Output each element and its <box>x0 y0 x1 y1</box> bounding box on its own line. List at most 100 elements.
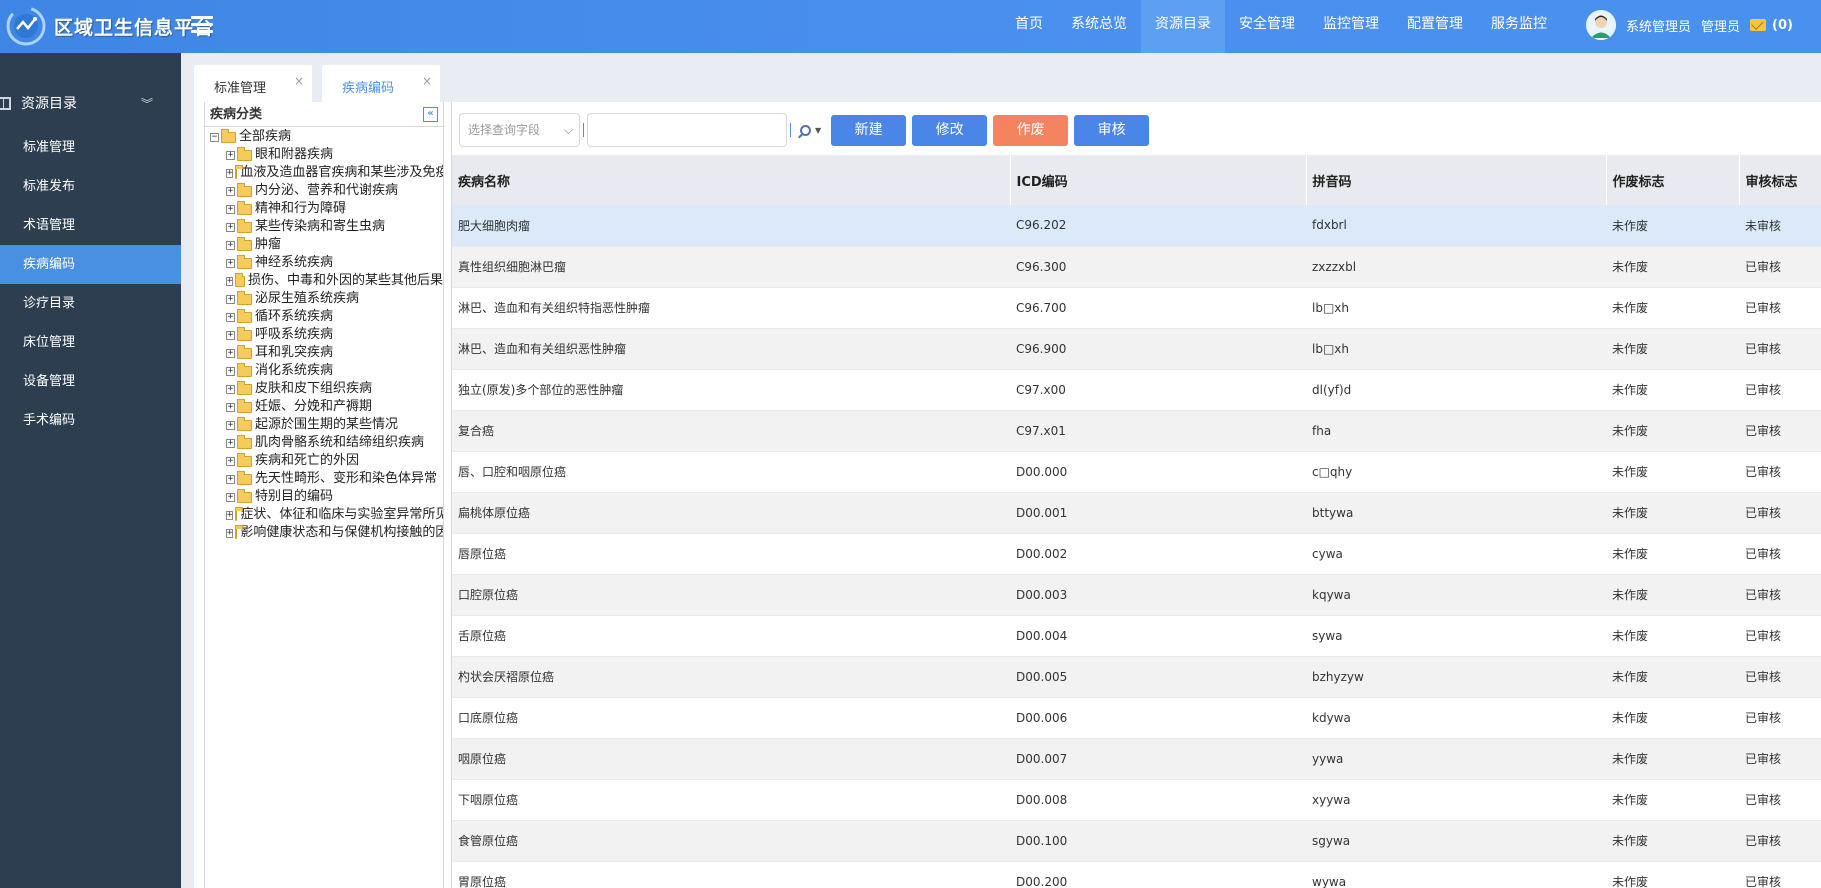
sidebar-item-standard-publish[interactable]: 标准发布 <box>0 167 181 206</box>
expand-toggle-icon[interactable]: + <box>226 348 235 358</box>
tree-node[interactable]: + 某些传染病和寄生虫病 <box>210 218 443 236</box>
table-row[interactable]: 唇、口腔和咽原位癌 D00.000 c□qhy 未作废 已审核 <box>452 451 1821 493</box>
tree-node[interactable]: + 泌尿生殖系统疾病 <box>210 290 443 308</box>
table-row[interactable]: 杓状会厌褶原位癌 D00.005 bzhyzyw 未作废 已审核 <box>452 656 1821 698</box>
expand-toggle-icon[interactable]: + <box>226 186 235 196</box>
tree-node[interactable]: + 血液及造血器官疾病和某些涉及免疫机制的疾患 <box>210 164 443 182</box>
avatar[interactable] <box>1586 10 1616 40</box>
expand-toggle-icon[interactable]: + <box>226 420 235 430</box>
tree-node[interactable]: + 影响健康状态和与保健机构接触的因素 <box>210 524 443 542</box>
column-header-disease-name[interactable]: 疾病名称 <box>452 155 1011 205</box>
expand-toggle-icon[interactable]: + <box>226 366 235 376</box>
table-row[interactable]: 肥大细胞肉瘤 C96.202 fdxbrl 未作废 未审核 <box>452 205 1821 247</box>
close-icon[interactable]: × <box>422 74 432 88</box>
sidebar-item-standard-mgmt[interactable]: 标准管理 <box>0 128 181 167</box>
nav-overview[interactable]: 系统总览 <box>1057 0 1141 53</box>
column-header-review-flag[interactable]: 审核标志 <box>1739 155 1821 205</box>
tree-node[interactable]: + 内分泌、营养和代谢疾病 <box>210 182 443 200</box>
expand-toggle-icon[interactable]: + <box>226 438 235 448</box>
table-row[interactable]: 食管原位癌 D00.100 sgywa 未作废 已审核 <box>452 820 1821 862</box>
tree-node[interactable]: + 损伤、中毒和外因的某些其他后果 <box>210 272 443 290</box>
app-logo[interactable]: 区域卫生信息平台 <box>4 4 214 48</box>
expand-toggle-icon[interactable]: + <box>226 276 234 286</box>
nav-home[interactable]: 首页 <box>1001 0 1057 53</box>
expand-toggle-icon[interactable]: + <box>226 150 235 160</box>
search-button[interactable]: ▼ <box>800 124 821 136</box>
table-row[interactable]: 真性组织细胞淋巴瘤 C96.300 zxzzxbl 未作废 已审核 <box>452 246 1821 288</box>
table-row[interactable]: 胃原位癌 D00.200 wywa 未作废 已审核 <box>452 861 1821 888</box>
column-header-icd-code[interactable]: ICD编码 <box>1010 155 1307 205</box>
nav-security[interactable]: 安全管理 <box>1225 0 1309 53</box>
collapse-panel-icon[interactable]: « <box>423 107 438 122</box>
table-row[interactable]: 唇原位癌 D00.002 cywa 未作废 已审核 <box>452 533 1821 575</box>
tab-disease-code[interactable]: 疾病编码 × <box>322 65 440 102</box>
expand-toggle-icon[interactable]: + <box>226 474 235 484</box>
tree-node[interactable]: + 妊娠、分娩和产褥期 <box>210 398 443 416</box>
expand-toggle-icon[interactable]: + <box>226 294 235 304</box>
nav-config[interactable]: 配置管理 <box>1393 0 1477 53</box>
expand-toggle-icon[interactable]: + <box>226 330 235 340</box>
tree-node[interactable]: + 肌肉骨骼系统和结缔组织疾病 <box>210 434 443 452</box>
sidebar-item-disease-code[interactable]: 疾病编码 <box>0 245 181 284</box>
tree-node-root[interactable]: − 全部疾病 <box>210 128 443 146</box>
table-row[interactable]: 淋巴、造血和有关组织特指恶性肿瘤 C96.700 lb□xh 未作废 已审核 <box>452 287 1821 329</box>
tree-node[interactable]: + 起源於围生期的某些情况 <box>210 416 443 434</box>
table-row[interactable]: 口底原位癌 D00.006 kdywa 未作废 已审核 <box>452 697 1821 739</box>
close-icon[interactable]: × <box>294 74 304 88</box>
tree-node[interactable]: + 先天性畸形、变形和染色体异常 <box>210 470 443 488</box>
void-button[interactable]: 作废 <box>993 114 1069 146</box>
tree-node[interactable]: + 精神和行为障碍 <box>210 200 443 218</box>
user-name[interactable]: 系统管理员 <box>1626 16 1691 35</box>
tree-node[interactable]: + 症状、体征和临床与实验室异常所见 <box>210 506 443 524</box>
review-button[interactable]: 审核 <box>1074 114 1150 146</box>
tree-node[interactable]: + 神经系统疾病 <box>210 254 443 272</box>
column-header-pinyin[interactable]: 拼音码 <box>1306 155 1607 205</box>
menu-toggle-icon[interactable] <box>191 13 213 35</box>
expand-toggle-icon[interactable]: + <box>226 240 235 250</box>
new-button[interactable]: 新建 <box>831 114 907 146</box>
expand-toggle-icon[interactable]: + <box>226 402 235 412</box>
tab-standard-mgmt[interactable]: 标准管理 × <box>194 65 312 102</box>
expand-toggle-icon[interactable]: + <box>226 384 235 394</box>
expand-toggle-icon[interactable]: + <box>226 258 235 268</box>
tree-node[interactable]: + 肿瘤 <box>210 236 443 254</box>
mail-count[interactable]: (0) <box>1772 18 1793 33</box>
edit-button[interactable]: 修改 <box>912 114 988 146</box>
expand-toggle-icon[interactable]: + <box>226 312 235 322</box>
query-field-select[interactable]: 选择查询字段 ⌵ <box>459 113 580 147</box>
nav-service-monitor[interactable]: 服务监控 <box>1477 0 1561 53</box>
expand-toggle-icon[interactable]: + <box>226 528 234 538</box>
collapse-toggle-icon[interactable]: − <box>210 132 219 142</box>
search-input[interactable] <box>587 113 787 147</box>
table-row[interactable]: 复合癌 C97.x01 fha 未作废 已审核 <box>452 410 1821 452</box>
table-row[interactable]: 下咽原位癌 D00.008 xyywa 未作废 已审核 <box>452 779 1821 821</box>
tree-node[interactable]: + 皮肤和皮下组织疾病 <box>210 380 443 398</box>
table-row[interactable]: 淋巴、造血和有关组织恶性肿瘤 C96.900 lb□xh 未作废 已审核 <box>452 328 1821 370</box>
expand-toggle-icon[interactable]: + <box>226 510 234 520</box>
tree-node[interactable]: + 眼和附器疾病 <box>210 146 443 164</box>
tree-node[interactable]: + 特别目的编码 <box>210 488 443 506</box>
table-row[interactable]: 扁桃体原位癌 D00.001 bttywa 未作废 已审核 <box>452 492 1821 534</box>
sidebar-section-resource-catalog[interactable]: 资源目录 ︾ <box>0 78 181 128</box>
nav-resource-catalog[interactable]: 资源目录 <box>1141 0 1225 53</box>
nav-monitoring[interactable]: 监控管理 <box>1309 0 1393 53</box>
expand-toggle-icon[interactable]: + <box>226 222 235 232</box>
expand-toggle-icon[interactable]: + <box>226 492 235 502</box>
sidebar-item-terminology[interactable]: 术语管理 <box>0 206 181 245</box>
tree-node[interactable]: + 疾病和死亡的外因 <box>210 452 443 470</box>
table-row[interactable]: 口腔原位癌 D00.003 kqywa 未作废 已审核 <box>452 574 1821 616</box>
mail-icon[interactable] <box>1750 19 1767 31</box>
sidebar-item-bed-mgmt[interactable]: 床位管理 <box>0 323 181 362</box>
sidebar-item-equipment-mgmt[interactable]: 设备管理 <box>0 362 181 401</box>
tree-node[interactable]: + 消化系统疾病 <box>210 362 443 380</box>
sidebar-item-surgery-code[interactable]: 手术编码 <box>0 401 181 440</box>
table-row[interactable]: 舌原位癌 D00.004 sywa 未作废 已审核 <box>452 615 1821 657</box>
tree-node[interactable]: + 循环系统疾病 <box>210 308 443 326</box>
column-header-void-flag[interactable]: 作废标志 <box>1606 155 1740 205</box>
tree-node[interactable]: + 耳和乳突疾病 <box>210 344 443 362</box>
table-row[interactable]: 咽原位癌 D00.007 yywa 未作废 已审核 <box>452 738 1821 780</box>
tree-node[interactable]: + 呼吸系统疾病 <box>210 326 443 344</box>
expand-toggle-icon[interactable]: + <box>226 456 235 466</box>
expand-toggle-icon[interactable]: + <box>226 168 234 178</box>
table-row[interactable]: 独立(原发)多个部位的恶性肿瘤 C97.x00 dl(yf)d 未作废 已审核 <box>452 369 1821 411</box>
